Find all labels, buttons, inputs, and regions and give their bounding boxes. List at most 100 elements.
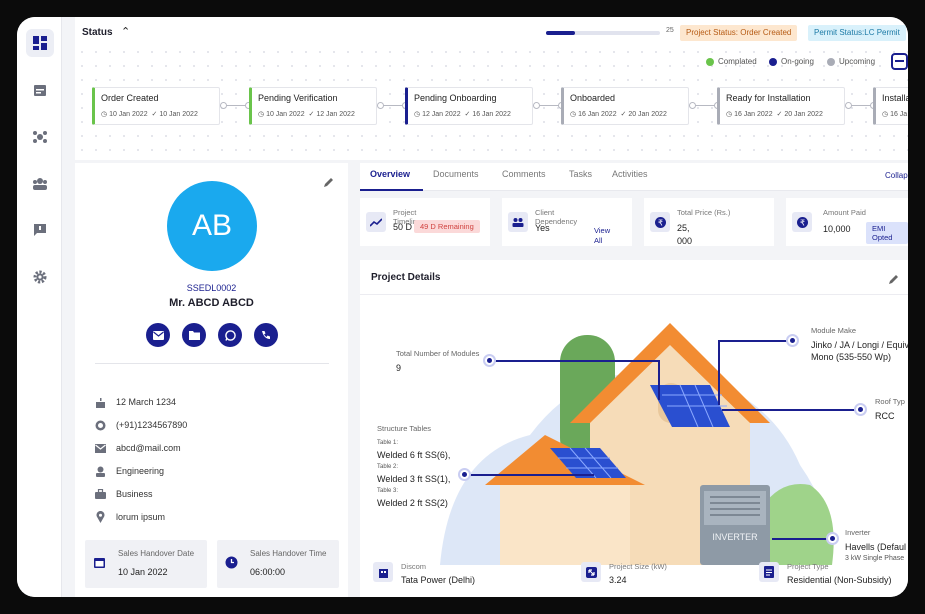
- divider: [95, 363, 329, 364]
- stage-onboarded[interactable]: Onboarded ◷ 16 Jan 2022 ✓ 20 Jan 2022: [561, 87, 689, 125]
- structure-pin: [458, 468, 471, 481]
- modules-label: Total Number of Modules: [396, 349, 480, 358]
- inverter-sub: 3 kW Single Phase: [845, 555, 905, 562]
- svg-text:₹: ₹: [657, 218, 662, 227]
- phone-value: (+91)1234567890: [116, 420, 188, 430]
- tab-tasks[interactable]: Tasks: [569, 169, 592, 179]
- nav-rail: [17, 17, 62, 597]
- rupee-paid-icon: ₹: [792, 212, 812, 232]
- stage-pending-verification[interactable]: Pending Verification ◷ 10 Jan 2022 ✓ 12 …: [249, 87, 377, 125]
- stage-start: 12 Jan 2022: [422, 111, 461, 118]
- tab-overview[interactable]: Overview: [370, 169, 410, 179]
- inverter-annotation: Inverter Havells (Defaul 3 kW Single Pha…: [845, 527, 908, 565]
- chevron-up-icon[interactable]: ⌃: [121, 25, 130, 38]
- status-progress-bar: [546, 31, 660, 35]
- tab-activities[interactable]: Activities: [612, 169, 648, 179]
- building-icon: [373, 562, 393, 582]
- handover-time-label: Sales Handover Time: [250, 549, 327, 558]
- upcoming-dot-icon: [827, 57, 835, 66]
- customer-type-row: Business: [94, 488, 153, 500]
- resize-icon: [581, 562, 601, 582]
- calendar-icon[interactable]: [26, 76, 54, 104]
- legend-ongoing: On-going: [769, 57, 814, 66]
- status-title: Status: [82, 27, 113, 38]
- stage-start: 10 Jan 2022: [266, 111, 305, 118]
- inverter-pin: [826, 532, 839, 545]
- project-type-label: Project Type: [787, 562, 829, 571]
- project-details-title: Project Details: [371, 272, 441, 283]
- handover-time-value: 06:00:00: [250, 567, 286, 577]
- users-icon[interactable]: [26, 170, 54, 198]
- tab-documents[interactable]: Documents: [433, 169, 479, 179]
- stage-connector: [220, 102, 252, 109]
- address-row: lorum ipsum: [94, 511, 165, 523]
- modules-annotation: Total Number of Modules 9: [396, 348, 479, 374]
- svg-text:₹: ₹: [799, 218, 804, 227]
- ongoing-dot-icon: [769, 57, 777, 66]
- discom-label: Discom: [401, 562, 427, 571]
- stage-installation[interactable]: Installa ◷ 16 Ja: [873, 87, 908, 125]
- stage-pending-onboarding[interactable]: Pending Onboarding ◷ 12 Jan 2022 ✓ 16 Ja…: [405, 87, 533, 125]
- stage-order-created[interactable]: Order Created ◷ 10 Jan 2022 ✓ 10 Jan 202…: [92, 87, 220, 125]
- leader-line: [490, 360, 660, 362]
- timeline-value: 50 D: [393, 222, 413, 232]
- paid-label: Amount Paid: [823, 208, 866, 217]
- mail-icon: [152, 330, 164, 340]
- stage-name: Ready for Installation: [726, 93, 811, 103]
- calendar-small-icon: [94, 558, 105, 568]
- dashboard-icon[interactable]: [26, 29, 54, 57]
- collapse-link[interactable]: Collap: [885, 171, 908, 180]
- stage-name: Order Created: [101, 93, 159, 103]
- documents-button[interactable]: [182, 323, 206, 347]
- module-make-annotation: Module Make Jinko / JA / Longi / Equiv. …: [811, 325, 908, 363]
- table-label: Table 2:: [377, 464, 399, 470]
- tab-comments[interactable]: Comments: [502, 169, 546, 179]
- briefcase-icon: [94, 488, 106, 500]
- module-make-label: Module Make: [811, 326, 857, 335]
- view-toggle-button[interactable]: [891, 53, 908, 70]
- sales-handover-time-card: Sales Handover Time 06:00:00: [217, 540, 339, 588]
- roof-type-pin: [854, 403, 867, 416]
- handover-date-label: Sales Handover Date: [118, 549, 195, 558]
- dependency-value: Yes: [535, 223, 550, 233]
- stage-end: 12 Jan 2022: [316, 111, 355, 118]
- view-all-link[interactable]: View All: [594, 226, 616, 246]
- trend-icon: [366, 212, 386, 232]
- completed-dot-icon: [706, 57, 714, 66]
- email-button[interactable]: [146, 323, 170, 347]
- leader-line: [772, 538, 832, 540]
- price-value: 25, 000: [677, 223, 693, 246]
- total-price-card: ₹ Total Price (Rs.) 25, 000: [644, 198, 774, 246]
- inverter-label: Inverter: [845, 528, 871, 537]
- feedback-icon[interactable]: [26, 216, 54, 244]
- permit-status-badge: Permit Status:LC Permit: [808, 25, 906, 41]
- discom-value: Tata Power (Delhi): [401, 575, 476, 585]
- app-window: Status ⌃ 25 Project Status: Order Create…: [17, 17, 908, 597]
- edit-details-icon[interactable]: [888, 272, 900, 290]
- roof-type-annotation: Roof Typ RCC: [875, 396, 905, 422]
- sales-handover-date-card: Sales Handover Date 10 Jan 2022: [85, 540, 207, 588]
- settings-icon[interactable]: [26, 263, 54, 291]
- stage-end: 20 Jan 2022: [628, 111, 667, 118]
- project-type-value: Residential (Non-Subsidy): [787, 575, 892, 585]
- rupee-icon: ₹: [650, 212, 670, 232]
- stage-ready-for-installation[interactable]: Ready for Installation ◷ 16 Jan 2022 ✓ 2…: [717, 87, 845, 125]
- stage-start: 16 Jan 2022: [734, 111, 773, 118]
- client-dependency-card: Client Dependency Yes View All: [502, 198, 632, 246]
- stage-name: Pending Onboarding: [414, 93, 497, 103]
- stage-name: Installa: [882, 93, 908, 103]
- projects-icon[interactable]: [26, 123, 54, 151]
- legend-upcoming-label: Upcoming: [839, 57, 876, 66]
- structure-label: Structure Tables: [377, 424, 432, 433]
- stage-start: 16 Ja: [890, 111, 908, 118]
- call-button[interactable]: [254, 323, 278, 347]
- whatsapp-small-icon: [94, 419, 106, 431]
- profession-value: Engineering: [116, 466, 165, 476]
- edit-profile-icon[interactable]: [323, 175, 335, 193]
- amount-paid-card: ₹ Amount Paid 10,000 EMI Opted: [786, 198, 908, 246]
- active-tab-indicator: [360, 189, 423, 191]
- leader-line: [720, 340, 790, 342]
- legend-completed: Complated: [706, 57, 757, 66]
- legend-completed-label: Complated: [718, 57, 757, 66]
- whatsapp-button[interactable]: [218, 323, 242, 347]
